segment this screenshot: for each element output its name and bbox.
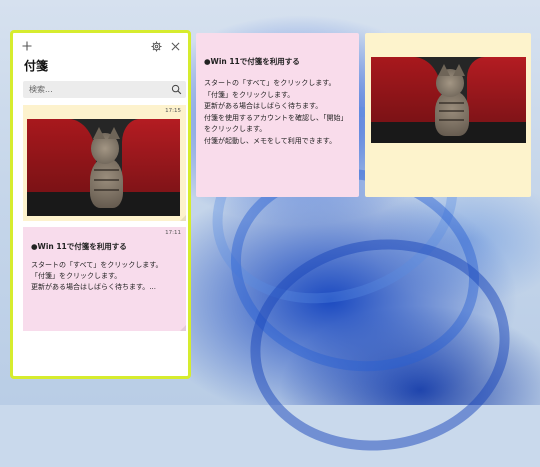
note-preview: スタートの「すべて」をクリックします。 「付箋」をクリックします。 更新がある場… [31, 261, 163, 291]
search-icon[interactable] [171, 84, 182, 95]
plus-icon [22, 41, 32, 51]
note-timestamp: 17:15 [165, 108, 181, 114]
close-icon [171, 42, 179, 50]
kitten-photo [371, 57, 526, 143]
settings-button[interactable] [148, 38, 164, 54]
note-card-text[interactable]: 17:11 ●Win 11で付箋を利用する スタートの「すべて」をクリックします… [23, 227, 186, 331]
note-title: ●Win 11で付箋を利用する [31, 242, 127, 251]
add-note-button[interactable] [19, 38, 35, 54]
search-box[interactable] [23, 81, 186, 98]
close-button[interactable] [167, 38, 183, 54]
title-bar [15, 35, 186, 57]
open-note-pink[interactable]: ●Win 11で付箋を利用する スタートの「すべて」をクリックします。 「付箋」… [196, 33, 359, 197]
sticky-notes-list-window: 付箋 17:15 17:11 ●Win 11で付箋を利用する [10, 30, 191, 379]
note-card-image[interactable]: 17:15 [23, 105, 186, 221]
note-body[interactable]: スタートの「すべて」をクリックします。 「付箋」をクリックします。 更新がある場… [204, 78, 354, 147]
search-input[interactable] [23, 81, 168, 98]
note-title: ●Win 11で付箋を利用する [204, 57, 300, 66]
gear-icon [150, 40, 162, 52]
note-corner [180, 215, 186, 221]
note-timestamp: 17:11 [165, 230, 181, 236]
note-corner [180, 325, 186, 331]
kitten-photo [27, 119, 180, 216]
open-note-yellow[interactable] [365, 33, 531, 197]
page-title: 付箋 [24, 59, 49, 73]
